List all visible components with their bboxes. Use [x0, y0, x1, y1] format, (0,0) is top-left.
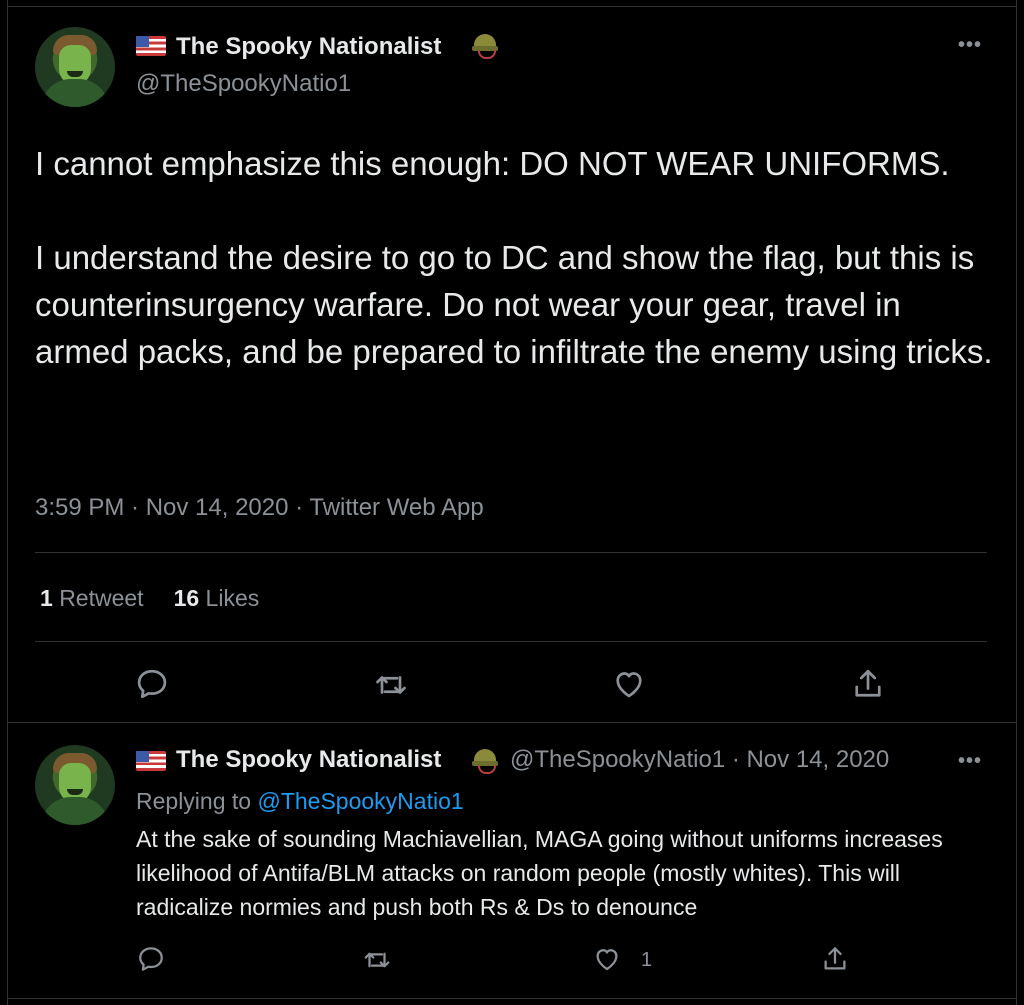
- retweet-count: 1: [40, 585, 53, 611]
- display-name[interactable]: The Spooky Nationalist: [176, 33, 441, 61]
- tweet-text: I cannot emphasize this enough: DO NOT W…: [35, 145, 993, 370]
- avatar[interactable]: [35, 27, 115, 107]
- reply-more-icon[interactable]: •••: [958, 750, 982, 773]
- tweet-separator: [7, 722, 1017, 723]
- like-icon: [616, 672, 642, 698]
- share-button[interactable]: [850, 666, 886, 702]
- us-flag-icon: [136, 36, 166, 56]
- replying-to-link[interactable]: @TheSpookyNatio1: [257, 788, 463, 814]
- retweet-icon: [364, 952, 390, 968]
- like-button[interactable]: [592, 944, 622, 974]
- likes-stat[interactable]: 16 Likes: [174, 585, 260, 611]
- frame-left-border: [7, 0, 8, 1005]
- us-flag-icon: [136, 751, 166, 771]
- like-icon: [596, 949, 618, 971]
- reply-icon: [137, 669, 167, 699]
- retweet-label: Retweet: [59, 585, 144, 611]
- frame-top-border: [7, 6, 1017, 7]
- replying-to-label: Replying to: [136, 788, 258, 814]
- like-count: 16: [173, 585, 200, 611]
- share-icon: [824, 947, 846, 970]
- reply-button[interactable]: [136, 944, 166, 974]
- share-button[interactable]: [820, 944, 850, 974]
- retweet-icon: [376, 676, 406, 694]
- tweet-timestamp[interactable]: 3:59 PM · Nov 14, 2020 · Twitter Web App: [35, 494, 484, 522]
- like-button[interactable]: [611, 666, 647, 702]
- engagement-stats: 1 Retweet 16 Likes: [40, 585, 259, 612]
- more-icon[interactable]: •••: [958, 34, 982, 57]
- frame-right-border: [1016, 0, 1017, 1005]
- reply-button[interactable]: [134, 666, 170, 702]
- retweet-button[interactable]: [362, 945, 392, 975]
- reply-handle-date[interactable]: @TheSpookyNatio1 · Nov 14, 2020: [510, 746, 889, 774]
- divider: [35, 641, 987, 642]
- helmet-icon: [472, 34, 498, 59]
- retweet-stat[interactable]: 1 Retweet: [40, 585, 144, 611]
- frame-bottom-border: [7, 998, 1017, 999]
- likes-label: Likes: [205, 585, 260, 611]
- reply-display-name[interactable]: The Spooky Nationalist: [176, 746, 441, 774]
- reply-avatar[interactable]: [35, 745, 115, 825]
- replying-to: Replying to @TheSpookyNatio1: [136, 788, 464, 815]
- share-icon: [855, 669, 881, 697]
- reply-text: At the sake of sounding Machiavellian, M…: [136, 826, 943, 920]
- divider: [35, 552, 987, 553]
- like-count: 1: [641, 949, 653, 971]
- user-handle[interactable]: @TheSpookyNatio1: [136, 70, 351, 98]
- reply-icon: [139, 947, 163, 971]
- helmet-icon: [472, 749, 498, 774]
- retweet-button[interactable]: [373, 667, 409, 703]
